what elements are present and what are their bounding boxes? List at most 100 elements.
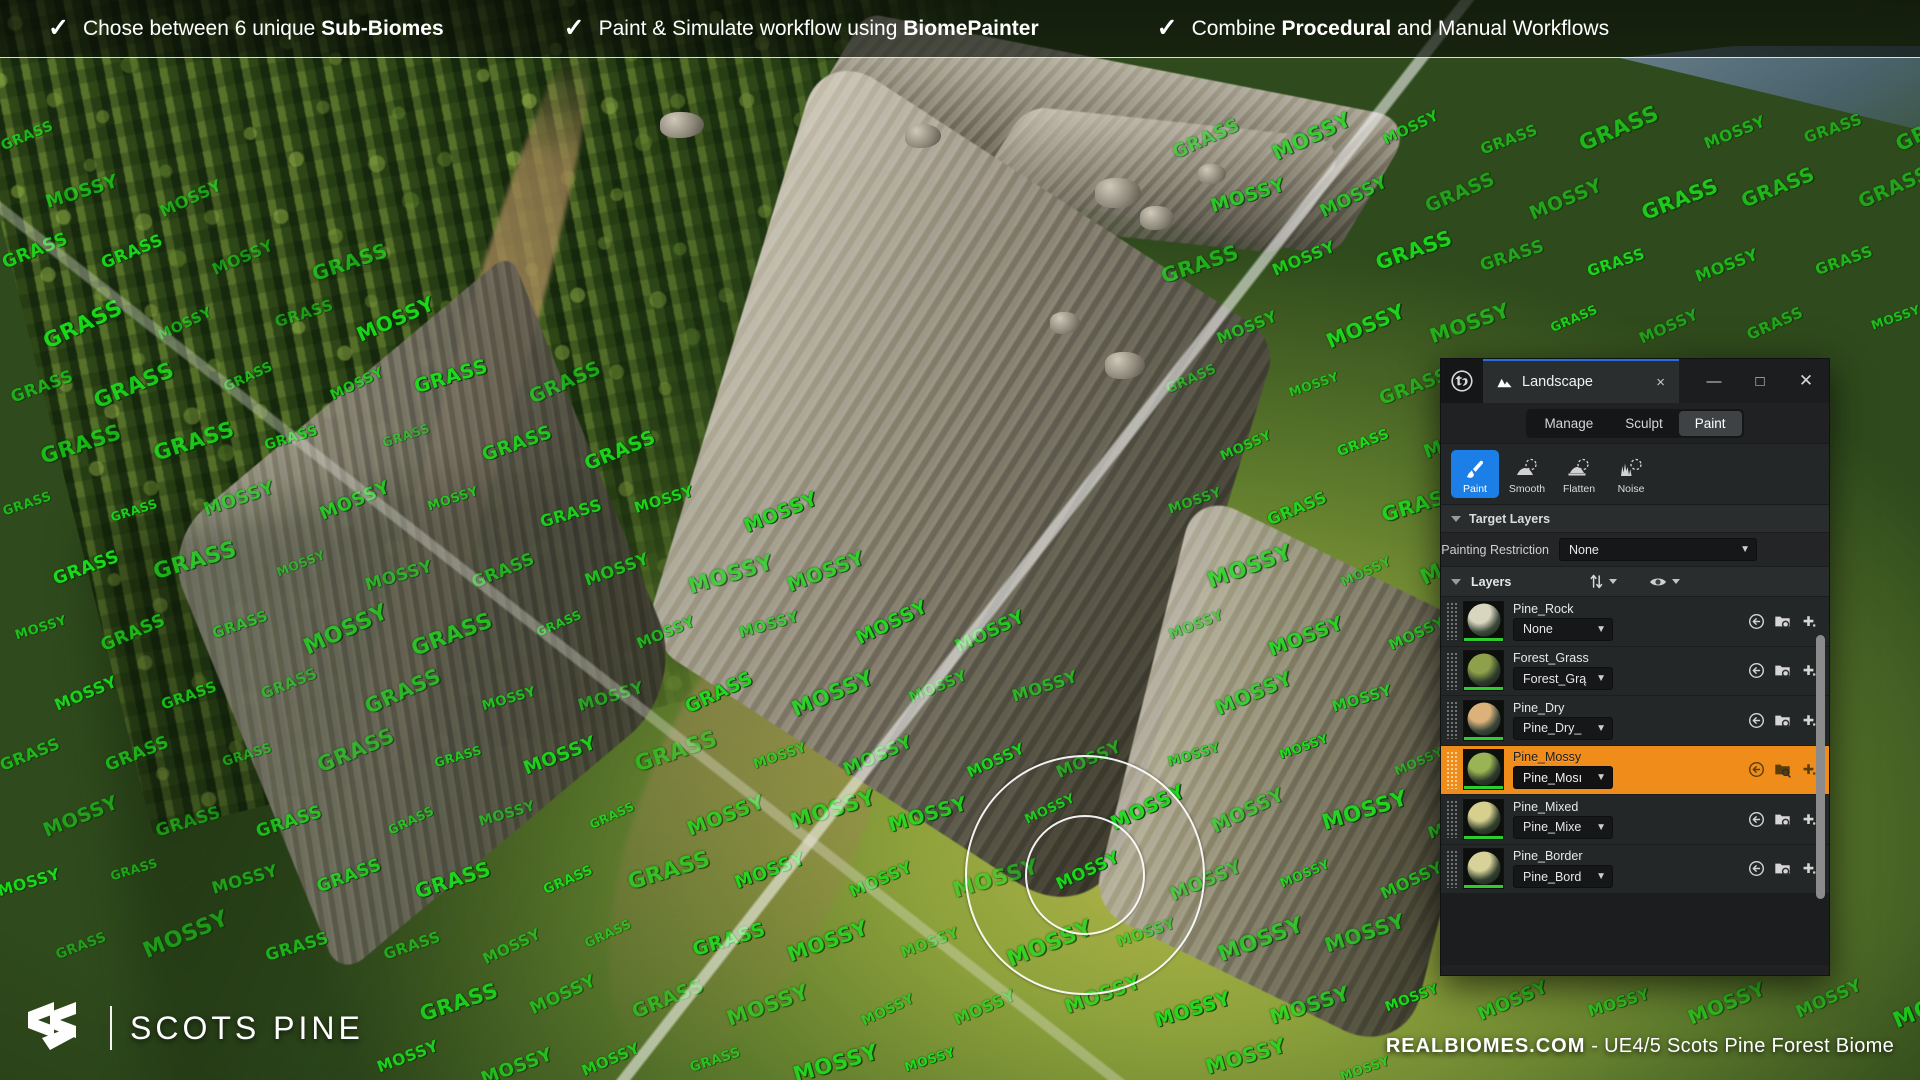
- tool-flatten[interactable]: Flatten: [1555, 450, 1603, 498]
- make-public-icon[interactable]: [1748, 613, 1765, 630]
- drag-handle-icon[interactable]: [1446, 849, 1459, 888]
- table-row[interactable]: Pine_Rock None ▼: [1441, 597, 1829, 647]
- add-layer-icon[interactable]: [1800, 811, 1817, 828]
- layer-material-value: Pine_Bord: [1523, 869, 1582, 884]
- close-tab-icon[interactable]: ×: [1654, 374, 1667, 391]
- chevron-down-icon: ▼: [1596, 673, 1606, 685]
- browse-to-asset-icon[interactable]: [1774, 613, 1791, 630]
- layer-name: Pine_Dry: [1513, 700, 1565, 715]
- layer-thumbnail[interactable]: [1463, 798, 1504, 840]
- mode-tab-group[interactable]: Manage Sculpt Paint: [1526, 408, 1744, 438]
- make-public-icon[interactable]: [1748, 712, 1765, 729]
- tab-manage[interactable]: Manage: [1528, 411, 1609, 436]
- browse-to-asset-icon[interactable]: [1774, 811, 1791, 828]
- table-row[interactable]: Pine_Mixed Pine_Mixe ▼: [1441, 795, 1829, 845]
- layer-name: Pine_Mixed: [1513, 799, 1579, 814]
- drag-handle-icon[interactable]: [1446, 800, 1459, 839]
- drag-handle-icon[interactable]: [1446, 651, 1459, 690]
- drag-handle-icon[interactable]: [1446, 602, 1459, 641]
- tab-paint[interactable]: Paint: [1678, 410, 1742, 436]
- layer-row-actions[interactable]: [1740, 613, 1829, 630]
- feature-3-bold: Procedural: [1281, 16, 1392, 40]
- layer-material-select[interactable]: Pine_Bord ▼: [1513, 865, 1613, 889]
- screenshot-root: GRASS GRASS MOSSY MOSSY GRASS GRASS MOSSY GRASS…: [0, 0, 1920, 1080]
- add-layer-icon[interactable]: [1800, 860, 1817, 877]
- make-public-icon[interactable]: [1748, 811, 1765, 828]
- layer-name: Pine_Border: [1513, 849, 1583, 864]
- add-layer-icon[interactable]: [1800, 761, 1817, 778]
- layer-thumbnail[interactable]: [1463, 600, 1504, 642]
- add-layer-icon[interactable]: [1800, 662, 1817, 679]
- site-tagline: - UE4/5 Scots Pine Forest Biome: [1585, 1035, 1894, 1057]
- table-row[interactable]: Pine_Border Pine_Bord ▼: [1441, 844, 1829, 894]
- layers-section-header[interactable]: Layers: [1441, 567, 1829, 597]
- layer-list-scrollbar[interactable]: [1816, 635, 1825, 899]
- make-public-icon[interactable]: [1748, 662, 1765, 679]
- layer-name: Pine_Mossy: [1513, 750, 1582, 765]
- layer-material-value: Forest_Grą: [1523, 671, 1587, 686]
- table-row[interactable]: Pine_Mossy Pine_Mosı ▼: [1441, 745, 1829, 795]
- browse-to-asset-icon[interactable]: [1774, 662, 1791, 679]
- smooth-icon: [1517, 458, 1537, 475]
- mode-tabs[interactable]: Manage Sculpt Paint: [1441, 403, 1829, 443]
- layers-sort-control[interactable]: [1589, 574, 1618, 589]
- tool-paint[interactable]: Paint: [1451, 450, 1499, 498]
- browse-to-asset-icon[interactable]: [1774, 761, 1791, 778]
- layer-list[interactable]: Pine_Rock None ▼ Forest_Grass Forest_Grą…: [1441, 597, 1829, 965]
- make-public-icon[interactable]: [1748, 761, 1765, 778]
- tool-buttons[interactable]: Paint Smooth Flatten Noise: [1441, 443, 1829, 505]
- feature-banner: ✓ Chose between 6 unique Sub-Biomes ✓ Pa…: [0, 0, 1920, 58]
- drag-handle-icon[interactable]: [1446, 701, 1459, 740]
- tool-smooth[interactable]: Smooth: [1503, 450, 1551, 498]
- close-window-button[interactable]: ✕: [1783, 359, 1829, 403]
- layer-material-select[interactable]: Pine_Mixe ▼: [1513, 815, 1613, 839]
- painting-restriction-row[interactable]: Painting Restriction None ▼: [1441, 533, 1829, 567]
- make-public-icon[interactable]: [1748, 860, 1765, 877]
- noise-icon: [1621, 458, 1642, 476]
- tab-sculpt[interactable]: Sculpt: [1609, 411, 1679, 436]
- browse-to-asset-icon[interactable]: [1774, 712, 1791, 729]
- feature-2-bold: BiomePainter: [903, 16, 1039, 40]
- site-url: REALBIOMES.COM: [1385, 1035, 1586, 1057]
- layer-thumbnail[interactable]: [1463, 848, 1504, 890]
- panel-titlebar[interactable]: Landscape × — □ ✕: [1441, 359, 1829, 403]
- landscape-icon: [1497, 378, 1512, 387]
- chevron-down-icon: ▼: [1596, 772, 1606, 784]
- feature-text-1: Chose between 6 unique Sub-Biomes: [83, 17, 444, 41]
- footer-credit: REALBIOMES.COM - UE4/5 Scots Pine Forest…: [1386, 1035, 1894, 1058]
- add-layer-icon[interactable]: [1800, 613, 1817, 630]
- layer-material-select[interactable]: Pine_Dry_ ▼: [1513, 716, 1613, 740]
- layers-visibility-control[interactable]: [1649, 576, 1681, 588]
- layer-material-value: Pine_Mixe: [1523, 820, 1582, 835]
- table-row[interactable]: Pine_Dry Pine_Dry_ ▼: [1441, 696, 1829, 746]
- layer-thumbnail[interactable]: [1463, 699, 1504, 741]
- unreal-engine-glyph: [1451, 370, 1473, 392]
- sort-arrows-icon: [1590, 574, 1603, 589]
- target-layers-title: Target Layers: [1469, 511, 1551, 526]
- layer-thumbnail[interactable]: [1463, 650, 1504, 692]
- table-row[interactable]: Forest_Grass Forest_Grą ▼: [1441, 646, 1829, 696]
- check-icon: ✓: [48, 14, 69, 42]
- tool-noise[interactable]: Noise: [1607, 450, 1655, 498]
- browse-to-asset-icon[interactable]: [1774, 860, 1791, 877]
- drag-handle-icon[interactable]: [1446, 750, 1459, 789]
- brand-divider: [110, 1006, 112, 1050]
- tool-flatten-label: Flatten: [1562, 483, 1596, 495]
- layer-material-select[interactable]: Forest_Grą ▼: [1513, 667, 1613, 691]
- layer-material-select[interactable]: None ▼: [1513, 617, 1613, 641]
- tab-landscape[interactable]: Landscape ×: [1483, 359, 1679, 403]
- landscape-panel[interactable]: Landscape × — □ ✕ Manage Sculpt Paint Pa…: [1440, 358, 1830, 976]
- painting-restriction-select[interactable]: None ▼: [1559, 538, 1757, 561]
- layer-thumbnail[interactable]: [1463, 749, 1504, 791]
- layer-material-value: Pine_Dry_: [1523, 721, 1582, 736]
- chevron-down-icon: ▼: [1596, 871, 1606, 883]
- maximize-button[interactable]: □: [1737, 359, 1783, 403]
- target-layers-section-header[interactable]: Target Layers: [1441, 505, 1829, 533]
- flatten-icon: [1568, 458, 1589, 476]
- add-layer-icon[interactable]: [1800, 712, 1817, 729]
- layer-name: Pine_Rock: [1513, 601, 1574, 616]
- minimize-button[interactable]: —: [1691, 359, 1737, 403]
- layer-material-value: None: [1523, 622, 1553, 637]
- window-controls[interactable]: — □ ✕: [1691, 359, 1829, 403]
- layer-material-select[interactable]: Pine_Mosı ▼: [1513, 766, 1613, 790]
